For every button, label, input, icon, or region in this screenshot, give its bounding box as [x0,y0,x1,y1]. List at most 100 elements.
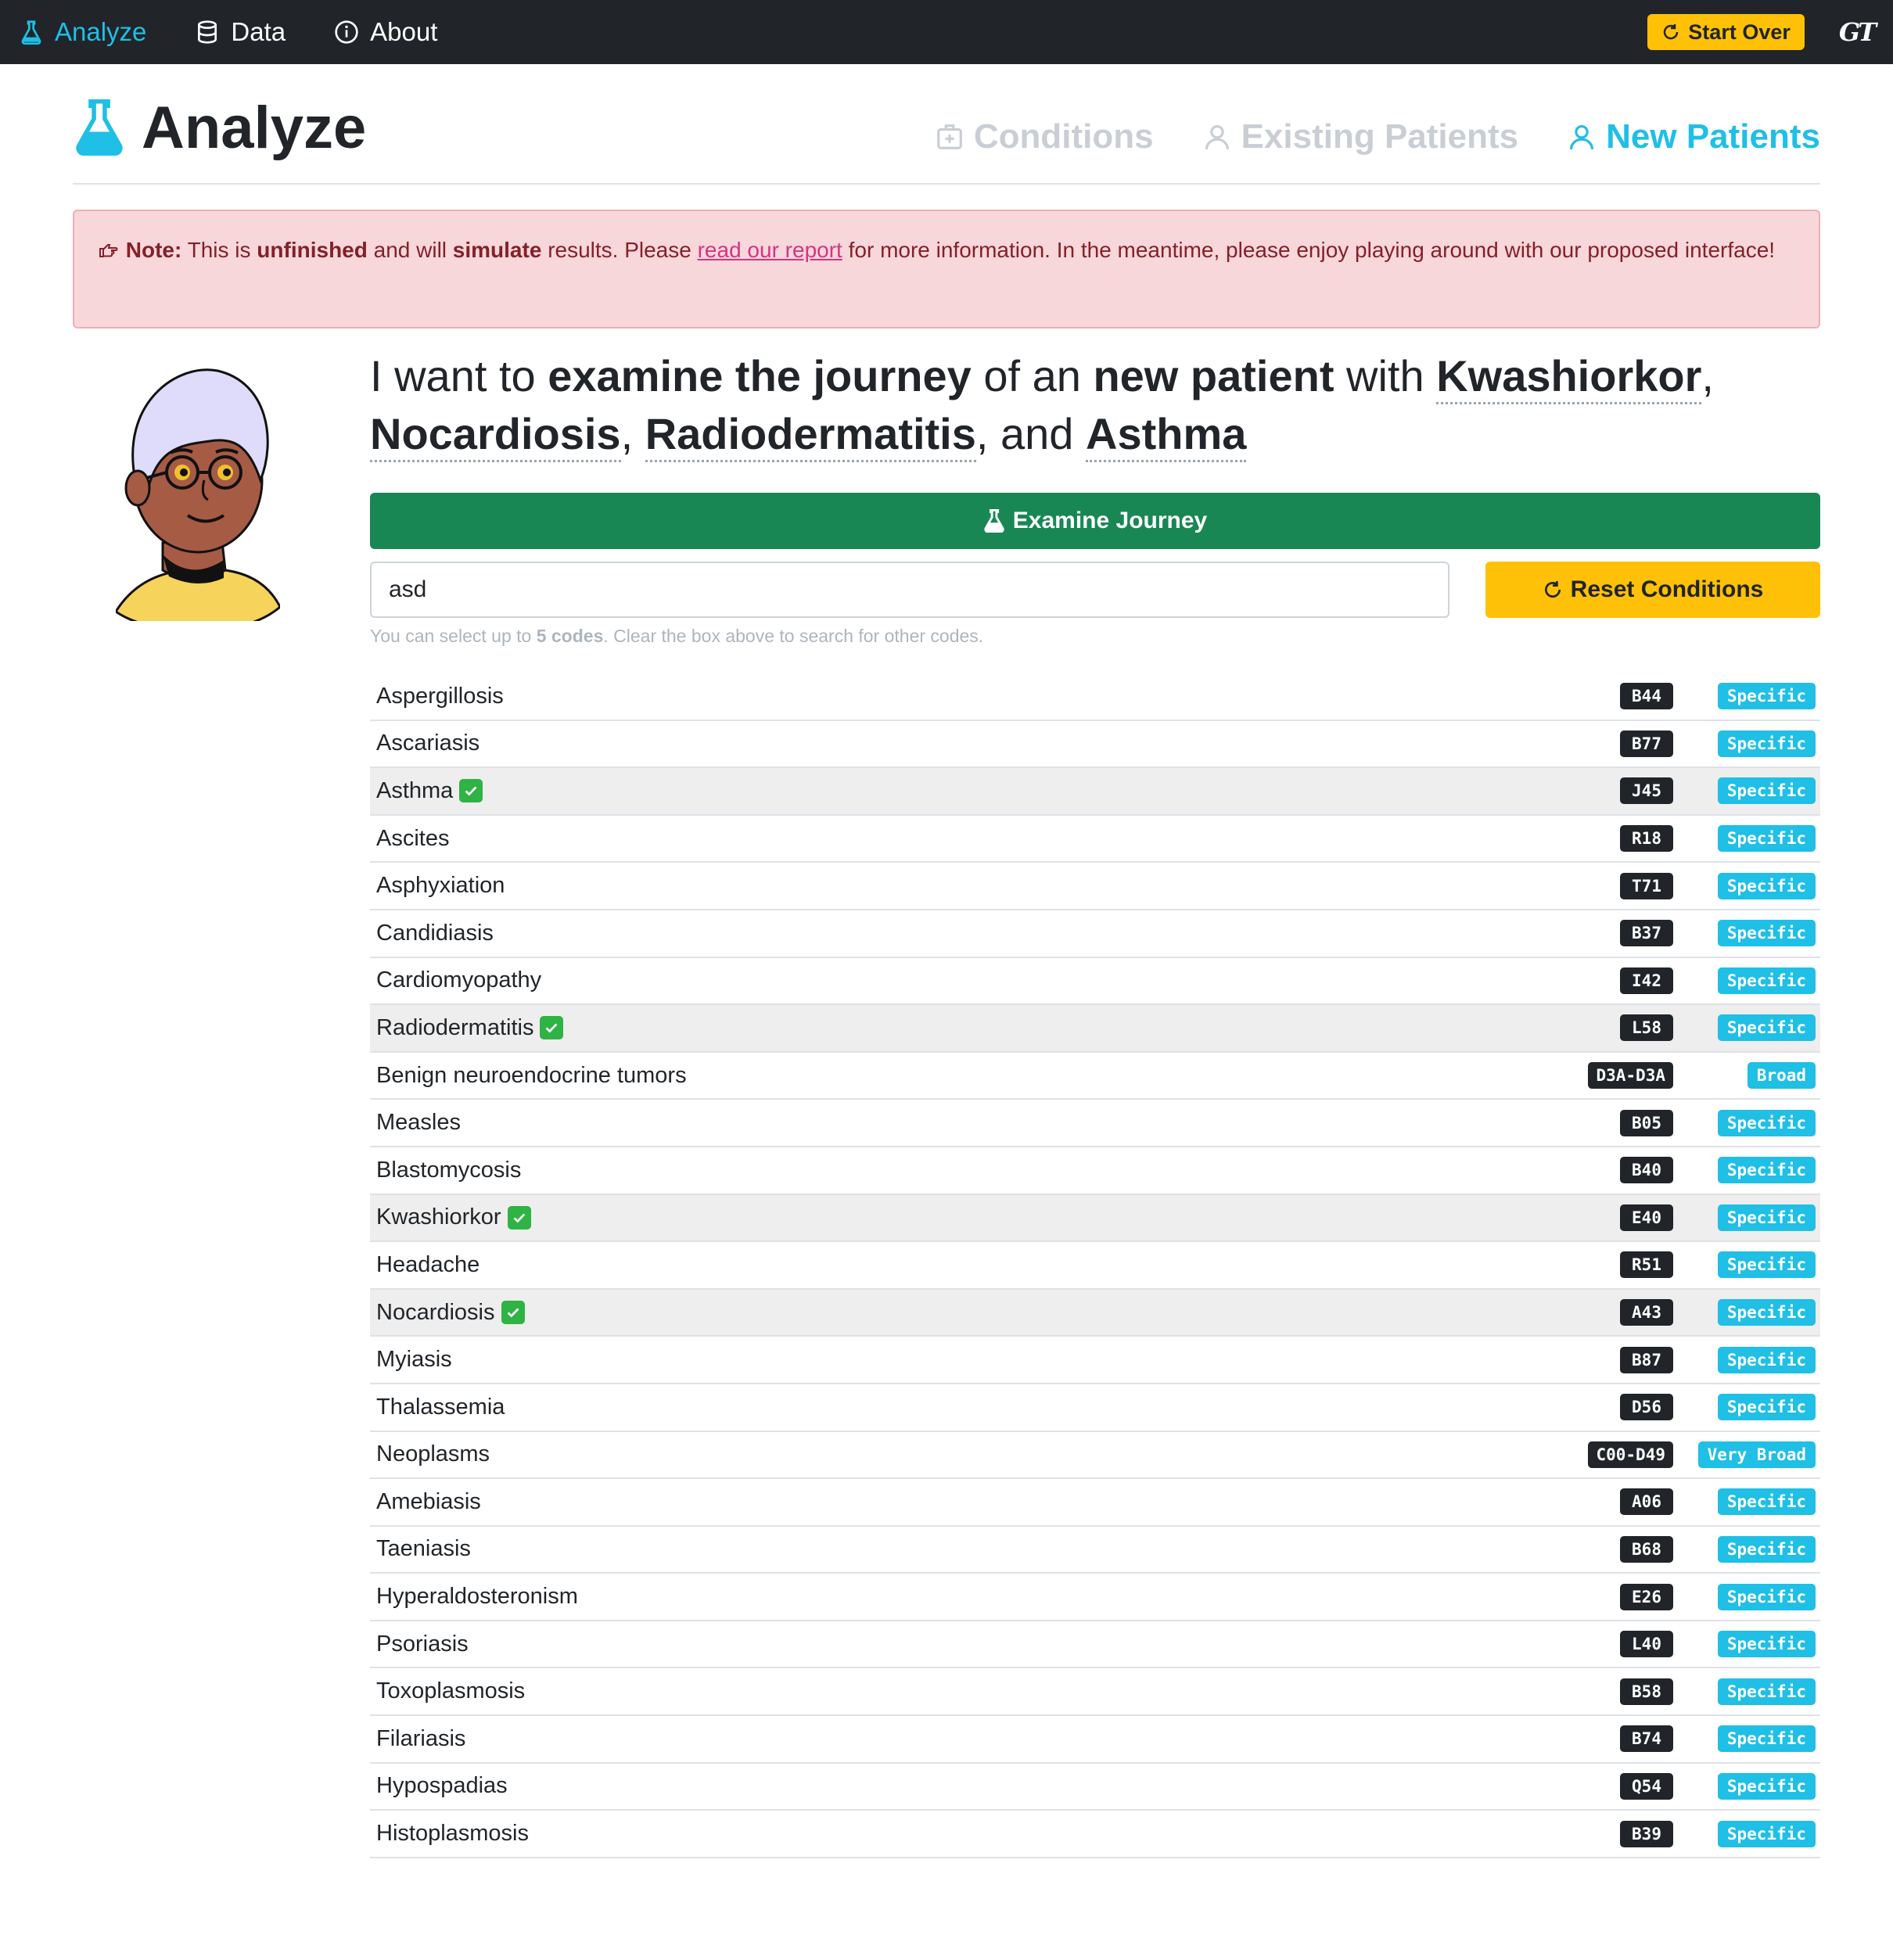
list-item[interactable]: Thalassemia D56 Specific [370,1384,1820,1432]
sentence-text-2: of an [983,351,1081,400]
list-item[interactable]: Cardiomyopathy I42 Specific [370,958,1820,1006]
condition-search-input[interactable] [370,562,1449,618]
specificity-cell: Specific [1673,1251,1816,1279]
database-icon [198,20,217,44]
tab-conditions[interactable]: Conditions [935,117,1154,156]
tab-new-patients[interactable]: New Patients [1567,117,1820,156]
condition-name-cell: Asphyxiation [376,873,1620,899]
list-item[interactable]: Hypospadias Q54 Specific [370,1764,1820,1811]
list-item[interactable]: Hyperaldosteronism E26 Specific [370,1574,1820,1621]
nav-analyze[interactable]: Analyze [19,17,146,47]
list-item[interactable]: Asthma J45 Specific [370,768,1820,816]
list-item[interactable]: Histoplasmosis B39 Specific [370,1811,1820,1858]
alert-bold-unfinished: unfinished [257,238,368,262]
list-item[interactable]: Radiodermatitis L58 Specific [370,1005,1820,1053]
sentence-action: examine the journey [548,351,972,400]
main-container: Analyze Conditions Existing Patients New… [73,64,1820,1858]
list-item[interactable]: Benign neuroendocrine tumors D3A-D3A Broad [370,1053,1820,1100]
condition-name-cell: Headache [376,1252,1620,1278]
selected-condition-kwashiorkor[interactable]: Kwashiorkor [1436,351,1702,404]
list-item[interactable]: Nocardiosis A43 Specific [370,1289,1820,1337]
icd-code-badge: I42 [1620,967,1673,994]
list-item[interactable]: Kwashiorkor E40 Specific [370,1194,1820,1243]
icd-code-badge: B68 [1620,1535,1673,1563]
icd-code-badge: B77 [1620,730,1673,757]
gt-logo[interactable]: GT [1839,17,1877,47]
list-item[interactable]: Blastomycosis B40 Specific [370,1147,1820,1195]
icd-code-badge: D56 [1620,1394,1673,1421]
list-item[interactable]: Measles B05 Specific [370,1100,1820,1147]
icd-code-badge: B05 [1620,1109,1673,1136]
list-item[interactable]: Ascariasis B77 Specific [370,721,1820,769]
icd-code-badge: Q54 [1620,1772,1673,1800]
icd-code-badge: B44 [1620,683,1673,710]
journey-sentence: I want to examine the journey of an new … [370,347,1820,463]
specificity-badge: Specific [1717,1631,1816,1658]
condition-name-cell: Measles [376,1110,1620,1136]
list-item[interactable]: Aspergillosis B44 Specific [370,673,1820,721]
start-over-label: Start Over [1688,20,1791,44]
specificity-cell: Specific [1673,1394,1816,1421]
alert-text-2: and will [373,238,447,262]
sentence-text-4: , and [975,409,1074,458]
nav-about[interactable]: About [334,17,437,47]
condition-name: Psoriasis [376,1631,469,1657]
content-column: I want to examine the journey of an new … [370,347,1820,1858]
sentence-text-3: with [1346,351,1424,400]
icd-code-badge: B58 [1620,1678,1673,1705]
specificity-cell: Specific [1673,967,1816,994]
alert-bold-simulate: simulate [452,238,542,262]
list-item[interactable]: Amebiasis A06 Specific [370,1479,1820,1527]
list-item[interactable]: Ascites R18 Specific [370,816,1820,863]
condition-name: Asthma [376,777,454,803]
list-item[interactable]: Candidiasis B37 Specific [370,910,1820,958]
condition-name-cell: Amebiasis [376,1489,1620,1515]
list-item[interactable]: Filariasis B74 Specific [370,1716,1820,1764]
condition-name: Nocardiosis [376,1299,495,1325]
search-row: Reset Conditions [370,562,1820,618]
selected-condition-nocardiosis[interactable]: Nocardiosis [370,409,621,462]
list-item[interactable]: Taeniasis B68 Specific [370,1527,1820,1574]
condition-name: Amebiasis [376,1488,481,1514]
reset-conditions-label: Reset Conditions [1570,576,1764,602]
condition-name: Toxoplasmosis [376,1678,526,1704]
reset-conditions-button[interactable]: Reset Conditions [1485,562,1820,618]
condition-name-cell: Histoplasmosis [376,1821,1620,1847]
patient-avatar [116,368,280,621]
hint-code-limit: 5 codes [536,626,604,646]
list-item[interactable]: Myiasis B87 Specific [370,1337,1820,1384]
selected-condition-radiodermatitis[interactable]: Radiodermatitis [645,409,976,462]
specificity-badge: Specific [1717,1157,1816,1184]
specificity-cell: Specific [1673,730,1816,757]
specificity-cell: Specific [1673,1583,1816,1610]
start-over-button[interactable]: Start Over [1647,14,1805,50]
main-section: I want to examine the journey of an new … [73,347,1820,1858]
specificity-cell: Very Broad [1673,1441,1816,1468]
specificity-badge: Specific [1717,1346,1816,1373]
specificity-cell: Specific [1673,1299,1816,1326]
list-item[interactable]: Headache R51 Specific [370,1242,1820,1290]
condition-name: Headache [376,1251,480,1277]
hospital-plus-icon [937,124,962,149]
list-item[interactable]: Asphyxiation T71 Specific [370,863,1820,910]
selected-condition-asthma[interactable]: Asthma [1086,409,1247,462]
list-item[interactable]: Neoplasms C00-D49 Very Broad [370,1432,1820,1480]
tab-conditions-label: Conditions [973,117,1154,156]
condition-name: Measles [376,1110,461,1136]
specificity-cell: Specific [1673,1820,1816,1847]
alert-text-1: This is [187,238,251,262]
page-header: Analyze Conditions Existing Patients New… [73,64,1820,185]
list-item[interactable]: Psoriasis L40 Specific [370,1621,1820,1669]
specificity-badge: Specific [1717,1014,1816,1042]
specificity-badge: Specific [1717,1109,1816,1136]
tab-existing-patients[interactable]: Existing Patients [1202,117,1518,156]
condition-name-cell: Benign neuroendocrine tumors [376,1063,1588,1089]
nav-data[interactable]: Data [195,17,286,47]
condition-name-cell: Neoplasms [376,1441,1588,1467]
list-item[interactable]: Toxoplasmosis B58 Specific [370,1668,1820,1717]
examine-journey-button[interactable]: Examine Journey [370,493,1820,549]
page-title-text: Analyze [142,94,367,161]
hand-point-right-icon [98,233,120,267]
icd-code-badge: E40 [1620,1204,1673,1231]
report-link[interactable]: read our report [698,238,842,262]
